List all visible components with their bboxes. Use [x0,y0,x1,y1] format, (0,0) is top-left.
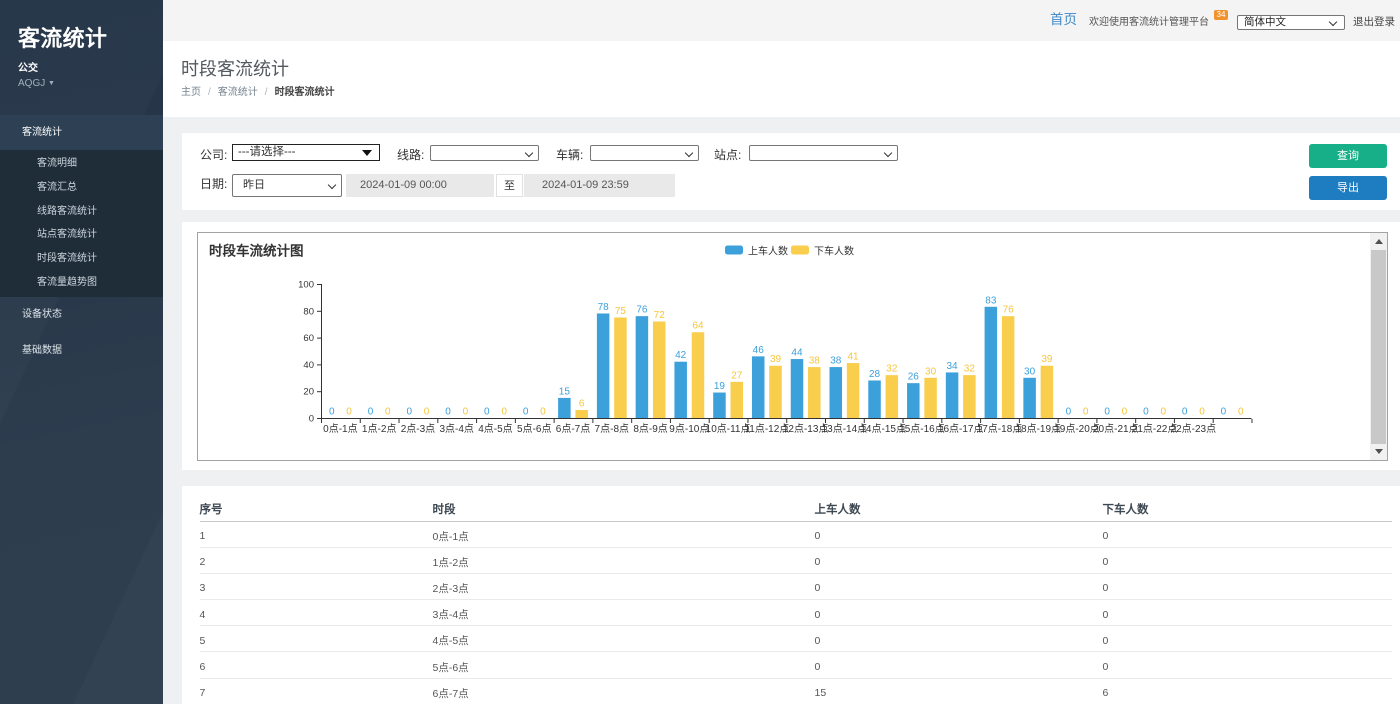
svg-text:34: 34 [947,361,959,372]
svg-text:39: 39 [770,354,782,365]
svg-text:32: 32 [886,364,898,375]
svg-text:0: 0 [309,414,314,425]
svg-text:0: 0 [1066,407,1072,418]
svg-text:76: 76 [1003,305,1015,316]
svg-text:38: 38 [830,356,842,367]
svg-text:78: 78 [598,302,610,313]
svg-text:22点-23点: 22点-23点 [1171,423,1217,435]
svg-text:15: 15 [559,386,571,397]
svg-text:0: 0 [1083,407,1089,418]
svg-text:38: 38 [809,356,821,367]
svg-text:0: 0 [1160,407,1166,418]
svg-text:0: 0 [385,407,391,418]
svg-text:26: 26 [908,372,920,383]
svg-text:19: 19 [714,381,726,392]
svg-text:7点-8点: 7点-8点 [595,423,629,435]
svg-text:0: 0 [484,407,490,418]
svg-text:0: 0 [1238,407,1244,418]
svg-text:0: 0 [329,407,335,418]
svg-text:83: 83 [985,295,997,306]
svg-text:0: 0 [424,407,430,418]
svg-text:0: 0 [1122,407,1128,418]
svg-text:0: 0 [368,407,374,418]
svg-text:60: 60 [303,333,314,344]
svg-text:76: 76 [636,305,648,316]
svg-text:6点-7点: 6点-7点 [556,423,590,435]
svg-text:72: 72 [654,310,666,321]
svg-text:30: 30 [925,366,937,377]
svg-text:32: 32 [964,364,976,375]
svg-text:0: 0 [540,407,546,418]
svg-text:41: 41 [847,352,859,363]
svg-text:0点-1点: 0点-1点 [323,423,357,435]
svg-text:5点-6点: 5点-6点 [517,423,551,435]
svg-text:3点-4点: 3点-4点 [439,423,473,435]
svg-text:46: 46 [753,345,765,356]
svg-text:8点-9点: 8点-9点 [633,423,667,435]
svg-text:44: 44 [791,348,803,359]
svg-text:9点-10点: 9点-10点 [669,423,709,435]
svg-text:0: 0 [1182,407,1188,418]
svg-text:2点-3点: 2点-3点 [401,423,435,435]
svg-text:42: 42 [675,350,687,361]
svg-text:0: 0 [523,407,529,418]
svg-text:1点-2点: 1点-2点 [362,423,396,435]
svg-text:0: 0 [1104,407,1110,418]
svg-text:28: 28 [869,369,881,380]
svg-text:0: 0 [1221,407,1227,418]
svg-text:上车人数: 上车人数 [748,245,788,258]
svg-text:30: 30 [1024,366,1036,377]
svg-text:40: 40 [303,360,314,371]
svg-text:27: 27 [731,370,743,381]
svg-text:4点-5点: 4点-5点 [478,423,512,435]
svg-text:0: 0 [501,407,507,418]
svg-text:0: 0 [1143,407,1149,418]
svg-text:时段车流统计图: 时段车流统计图 [209,243,304,259]
svg-text:39: 39 [1041,354,1053,365]
svg-text:20: 20 [303,387,314,398]
svg-text:64: 64 [692,321,704,332]
svg-text:0: 0 [1199,407,1205,418]
svg-text:下车人数: 下车人数 [814,245,854,258]
svg-text:75: 75 [615,306,627,317]
svg-text:0: 0 [346,407,352,418]
svg-text:0: 0 [407,407,413,418]
svg-text:80: 80 [303,306,314,317]
svg-text:100: 100 [298,280,314,291]
svg-text:0: 0 [445,407,451,418]
svg-text:6: 6 [579,398,585,409]
svg-text:0: 0 [463,407,469,418]
